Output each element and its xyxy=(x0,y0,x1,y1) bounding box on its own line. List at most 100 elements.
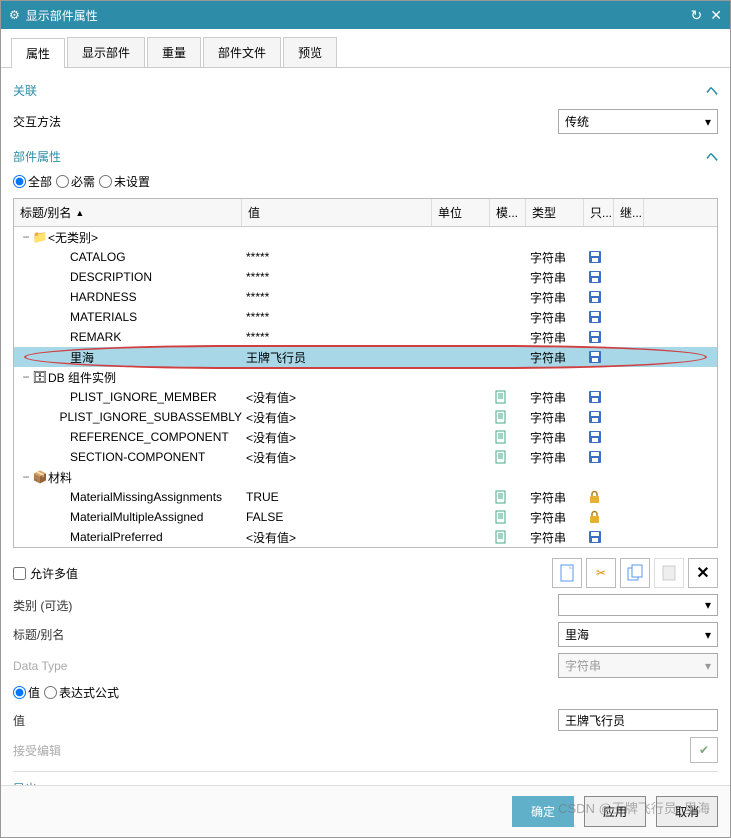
attr-value: TRUE xyxy=(242,488,432,506)
close-icon[interactable]: ✕ xyxy=(710,7,722,24)
table-row[interactable]: MaterialMultipleAssigned FALSE 字符串 xyxy=(14,507,717,527)
tab-bar: 属性 显示部件 重量 部件文件 预览 xyxy=(1,29,730,68)
group-row[interactable]: −📁<无类别> xyxy=(14,227,717,247)
attr-unit xyxy=(432,535,490,539)
col-title[interactable]: 标题/别名▲ xyxy=(14,199,242,226)
value-label: 值 xyxy=(13,712,133,729)
radio-value[interactable] xyxy=(13,686,26,699)
sort-asc-icon: ▲ xyxy=(75,208,84,218)
section-export[interactable]: 导出 ∨ xyxy=(13,771,718,785)
attr-mod xyxy=(490,448,526,467)
attr-mod xyxy=(490,355,526,359)
col-inh[interactable]: 继... xyxy=(614,199,644,226)
radio-expression[interactable] xyxy=(44,686,57,699)
paste-button[interactable] xyxy=(654,558,684,588)
filter-radios: 全部 必需 未设置 xyxy=(13,173,718,190)
col-value[interactable]: 值 xyxy=(242,199,432,226)
allow-multi-checkbox[interactable] xyxy=(13,567,26,580)
attr-title: MaterialMissingAssignments xyxy=(70,490,222,504)
mode-expression[interactable]: 表达式公式 xyxy=(44,684,119,701)
table-row[interactable]: PLIST_IGNORE_MEMBER <没有值> 字符串 xyxy=(14,387,717,407)
attr-type: 字符串 xyxy=(526,447,584,468)
table-row[interactable]: MATERIALS ***** 字符串 xyxy=(14,307,717,327)
interaction-method-select[interactable]: 传统 ▾ xyxy=(558,109,718,134)
accept-edit-button[interactable]: ✔ xyxy=(690,737,718,763)
attr-only xyxy=(584,388,614,407)
attr-value: ***** xyxy=(242,288,432,306)
new-button[interactable] xyxy=(552,558,582,588)
attr-type: 字符串 xyxy=(526,287,584,308)
filter-all[interactable]: 全部 xyxy=(13,173,52,190)
attr-title: REMARK xyxy=(70,330,121,344)
table-row[interactable]: 里海 王牌飞行员 字符串 xyxy=(14,347,717,367)
refresh-icon[interactable]: ↻ xyxy=(691,7,703,24)
attr-inh xyxy=(614,395,644,399)
table-row[interactable]: CATALOG ***** 字符串 xyxy=(14,247,717,267)
filter-required[interactable]: 必需 xyxy=(56,173,95,190)
attr-inh xyxy=(614,295,644,299)
table-row[interactable]: MaterialMissingAssignments TRUE 字符串 xyxy=(14,487,717,507)
attr-title: SECTION-COMPONENT xyxy=(70,450,205,464)
collapse-icon[interactable]: − xyxy=(20,230,32,244)
radio-unset[interactable] xyxy=(99,175,112,188)
attr-title: PLIST_IGNORE_SUBASSEMBLY xyxy=(59,410,242,424)
tab-part-file[interactable]: 部件文件 xyxy=(203,37,281,67)
radio-required[interactable] xyxy=(56,175,69,188)
radio-all[interactable] xyxy=(13,175,26,188)
section-association[interactable]: 关联 ヘ xyxy=(13,78,718,103)
attr-mod xyxy=(490,508,526,527)
attr-title: 里海 xyxy=(70,349,94,366)
group-row[interactable]: −🗄DB 组件实例 xyxy=(14,367,717,387)
col-mod[interactable]: 模... xyxy=(490,199,526,226)
table-row[interactable]: SECTION-COMPONENT <没有值> 字符串 xyxy=(14,447,717,467)
attr-value: ***** xyxy=(242,248,432,266)
table-row[interactable]: HARDNESS ***** 字符串 xyxy=(14,287,717,307)
tab-attributes[interactable]: 属性 xyxy=(11,38,65,68)
attr-value: ***** xyxy=(242,268,432,286)
attr-unit xyxy=(432,335,490,339)
attr-only xyxy=(584,288,614,307)
table-row[interactable]: MaterialPreferred <没有值> 字符串 xyxy=(14,527,717,547)
group-row[interactable]: −📦材料 xyxy=(14,467,717,487)
data-type-label: Data Type xyxy=(13,659,133,673)
attr-mod xyxy=(490,428,526,447)
apply-button[interactable]: 应用 xyxy=(584,796,646,827)
title-alias-select[interactable]: 里海▾ xyxy=(558,622,718,647)
collapse-icon[interactable]: − xyxy=(20,470,32,484)
section-part-attributes[interactable]: 部件属性 ヘ xyxy=(13,144,718,169)
table-row[interactable]: PLIST_IGNORE_SUBASSEMBLY <没有值> 字符串 xyxy=(14,407,717,427)
attr-inh xyxy=(614,355,644,359)
tab-display-part[interactable]: 显示部件 xyxy=(67,37,145,67)
cancel-button[interactable]: 取消 xyxy=(656,796,718,827)
category-select[interactable]: ▾ xyxy=(558,594,718,616)
table-row[interactable]: DESCRIPTION ***** 字符串 xyxy=(14,267,717,287)
ok-button[interactable]: 确定 xyxy=(512,796,574,827)
allow-multi-label: 允许多值 xyxy=(30,565,78,582)
group-name: <无类别> xyxy=(48,229,98,246)
interaction-value: 传统 xyxy=(565,113,589,130)
filter-unset[interactable]: 未设置 xyxy=(99,173,150,190)
tab-preview[interactable]: 预览 xyxy=(283,37,337,67)
collapse-icon[interactable]: − xyxy=(20,370,32,384)
delete-button[interactable]: ✕ xyxy=(688,558,718,588)
group-name: DB 组件实例 xyxy=(48,369,116,386)
attr-inh xyxy=(614,415,644,419)
tab-weight[interactable]: 重量 xyxy=(147,37,201,67)
attr-unit xyxy=(432,415,490,419)
value-input[interactable] xyxy=(558,709,718,731)
chevron-up-icon: ヘ xyxy=(706,148,718,165)
col-type[interactable]: 类型 xyxy=(526,199,584,226)
attr-inh xyxy=(614,335,644,339)
gear-icon: ⚙ xyxy=(9,8,20,22)
col-unit[interactable]: 单位 xyxy=(432,199,490,226)
col-only[interactable]: 只... xyxy=(584,199,614,226)
attr-mod xyxy=(490,388,526,407)
attr-title: DESCRIPTION xyxy=(70,270,152,284)
table-row[interactable]: REFERENCE_COMPONENT <没有值> 字符串 xyxy=(14,427,717,447)
attr-inh xyxy=(614,435,644,439)
table-row[interactable]: REMARK ***** 字符串 xyxy=(14,327,717,347)
mode-value[interactable]: 值 xyxy=(13,684,40,701)
cut-button[interactable]: ✂ xyxy=(586,558,616,588)
chevron-up-icon: ヘ xyxy=(706,82,718,99)
copy-button[interactable] xyxy=(620,558,650,588)
